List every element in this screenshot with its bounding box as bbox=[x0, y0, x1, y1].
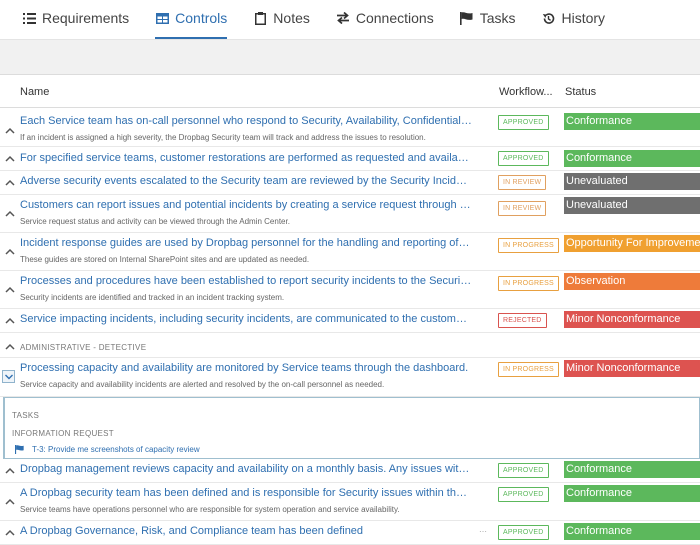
workflow-badge: REJECTED bbox=[498, 313, 547, 328]
tab-label: Notes bbox=[273, 10, 310, 26]
control-title[interactable]: Processing capacity and availability are… bbox=[20, 362, 472, 374]
control-title[interactable]: Incident response guides are used by Dro… bbox=[20, 237, 472, 249]
table-header: Name Workflow... Status bbox=[0, 75, 700, 108]
control-title[interactable]: Each Service team has on-call personnel … bbox=[20, 115, 472, 127]
control-description: If an incident is assigned a high severi… bbox=[20, 133, 426, 142]
control-description: Service capacity and availability incide… bbox=[20, 380, 385, 389]
workflow-badge: APPROVED bbox=[498, 151, 549, 166]
table-row[interactable]: Each Service team has on-call personnel … bbox=[0, 108, 700, 147]
table-row[interactable]: Processes and procedures have been estab… bbox=[0, 271, 700, 309]
controls-table: Each Service team has on-call personnel … bbox=[0, 108, 700, 545]
table-row[interactable]: Adverse security events escalated to the… bbox=[0, 171, 700, 195]
column-header-workflow[interactable]: Workflow... bbox=[499, 86, 553, 98]
table-row[interactable]: Incident response guides are used by Dro… bbox=[0, 233, 700, 271]
status-badge[interactable]: Opportunity For Improvement bbox=[564, 235, 700, 252]
workflow-badge: APPROVED bbox=[498, 525, 549, 540]
status-badge[interactable]: Conformance bbox=[564, 113, 700, 130]
chevron-down-icon bbox=[5, 374, 13, 380]
workflow-badge: IN PROGRESS bbox=[498, 276, 559, 291]
flag-icon bbox=[15, 445, 24, 454]
control-description: Service request status and activity can … bbox=[20, 217, 290, 226]
flag-icon bbox=[460, 11, 474, 25]
status-badge[interactable]: Observation bbox=[564, 273, 700, 290]
section-header: ADMINISTRATIVE - DETECTIVE bbox=[0, 333, 700, 358]
table-row[interactable]: A Dropbag security team has been defined… bbox=[0, 483, 700, 521]
workflow-badge: APPROVED bbox=[498, 487, 549, 502]
drag-handle-icon[interactable]: ⋯ bbox=[479, 527, 487, 536]
tab-notes[interactable]: Notes bbox=[253, 0, 310, 36]
tasks-heading: TASKS bbox=[12, 411, 40, 420]
control-description: These guides are stored on Internal Shar… bbox=[20, 255, 310, 264]
status-badge[interactable]: Minor Nonconformance bbox=[564, 360, 700, 377]
control-title[interactable]: Customers can report issues and potentia… bbox=[20, 199, 472, 211]
expand-toggle[interactable] bbox=[2, 370, 15, 383]
chevron-up-icon[interactable] bbox=[4, 285, 16, 295]
workflow-badge: IN PROGRESS bbox=[498, 362, 559, 377]
workflow-badge: IN REVIEW bbox=[498, 175, 547, 190]
control-title[interactable]: Service impacting incidents, including s… bbox=[20, 313, 472, 325]
workflow-badge: APPROVED bbox=[498, 115, 549, 130]
tab-connections[interactable]: Connections bbox=[336, 0, 434, 36]
chevron-up-icon[interactable] bbox=[4, 178, 16, 188]
chevron-up-icon[interactable] bbox=[4, 342, 16, 352]
toolbar-area bbox=[0, 40, 700, 75]
control-title[interactable]: For specified service teams, customer re… bbox=[20, 152, 472, 164]
control-description: Service teams have operations personnel … bbox=[20, 505, 400, 514]
status-badge[interactable]: Conformance bbox=[564, 150, 700, 167]
chevron-up-icon[interactable] bbox=[4, 497, 16, 507]
chevron-up-icon[interactable] bbox=[4, 316, 16, 326]
tab-label: Requirements bbox=[42, 10, 130, 26]
table-icon bbox=[155, 11, 169, 25]
tab-label: Tasks bbox=[479, 10, 516, 26]
tab-requirements[interactable]: Requirements bbox=[22, 0, 129, 36]
chevron-up-icon[interactable] bbox=[4, 528, 16, 538]
table-row[interactable]: Dropbag management reviews capacity and … bbox=[0, 459, 700, 483]
clipboard-icon bbox=[253, 11, 267, 25]
tab-controls[interactable]: Controls bbox=[155, 0, 228, 39]
tab-label: Controls bbox=[175, 10, 228, 26]
chevron-up-icon[interactable] bbox=[4, 154, 16, 164]
chevron-up-icon[interactable] bbox=[4, 209, 16, 219]
control-description: Security incidents are identified and tr… bbox=[20, 293, 285, 302]
tab-label: Connections bbox=[355, 10, 434, 26]
table-row[interactable]: For specified service teams, customer re… bbox=[0, 147, 700, 171]
column-header-name[interactable]: Name bbox=[20, 86, 49, 98]
tab-label: History bbox=[561, 10, 606, 26]
workflow-badge: IN REVIEW bbox=[498, 201, 547, 216]
table-row[interactable]: Service impacting incidents, including s… bbox=[0, 309, 700, 333]
arrows-icon bbox=[336, 11, 350, 25]
section-label: ADMINISTRATIVE - DETECTIVE bbox=[20, 343, 147, 352]
table-row[interactable]: Customers can report issues and potentia… bbox=[0, 195, 700, 233]
control-title[interactable]: A Dropbag Governance, Risk, and Complian… bbox=[20, 525, 472, 537]
table-row[interactable]: A Dropbag Governance, Risk, and Complian… bbox=[0, 521, 700, 545]
status-badge[interactable]: Conformance bbox=[564, 485, 700, 502]
chevron-up-icon[interactable] bbox=[4, 126, 16, 136]
control-title[interactable]: Adverse security events escalated to the… bbox=[20, 175, 472, 187]
column-header-status[interactable]: Status bbox=[565, 86, 596, 98]
status-badge[interactable]: Unevaluated bbox=[564, 197, 700, 214]
list-icon bbox=[22, 11, 36, 25]
chevron-up-icon[interactable] bbox=[4, 466, 16, 476]
control-title[interactable]: Processes and procedures have been estab… bbox=[20, 275, 472, 287]
tasks-panel: TASKS INFORMATION REQUEST T-3: Provide m… bbox=[3, 397, 700, 459]
tab-tasks[interactable]: Tasks bbox=[460, 0, 516, 36]
tab-history[interactable]: History bbox=[542, 0, 606, 36]
workflow-badge: IN PROGRESS bbox=[498, 238, 559, 253]
task-type-label: INFORMATION REQUEST bbox=[12, 429, 114, 438]
task-link[interactable]: T-3: Provide me screenshots of capacity … bbox=[15, 445, 200, 454]
status-badge[interactable]: Conformance bbox=[564, 523, 700, 540]
control-title[interactable]: Dropbag management reviews capacity and … bbox=[20, 463, 472, 475]
history-icon bbox=[542, 11, 556, 25]
tab-bar: Requirements Controls Notes Connections … bbox=[0, 0, 700, 40]
control-title[interactable]: A Dropbag security team has been defined… bbox=[20, 487, 472, 499]
table-row-expanded[interactable]: Processing capacity and availability are… bbox=[0, 358, 700, 397]
workflow-badge: APPROVED bbox=[498, 463, 549, 478]
status-badge[interactable]: Minor Nonconformance bbox=[564, 311, 700, 328]
status-badge[interactable]: Unevaluated bbox=[564, 173, 700, 190]
status-badge[interactable]: Conformance bbox=[564, 461, 700, 478]
chevron-up-icon[interactable] bbox=[4, 247, 16, 257]
task-label[interactable]: T-3: Provide me screenshots of capacity … bbox=[32, 445, 200, 454]
